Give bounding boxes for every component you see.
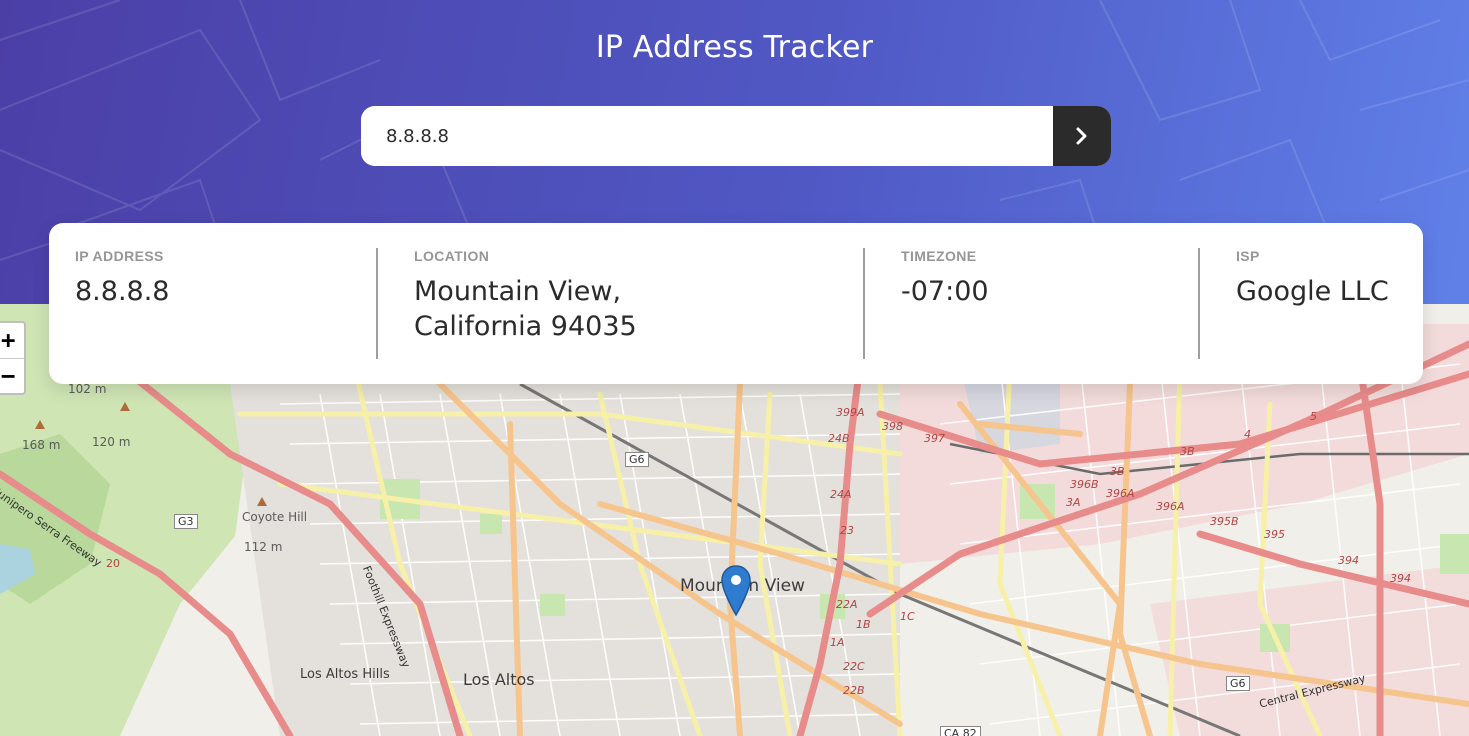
map-label-los-altos: Los Altos	[463, 670, 535, 689]
map-label-los-altos-hills: Los Altos Hills	[300, 667, 390, 682]
exit-label-22a: 22A	[836, 598, 858, 611]
location-line-1: Mountain View,	[414, 276, 622, 307]
exit-label-395b: 395B	[1210, 515, 1239, 528]
exit-label-396a: 396A	[1106, 487, 1135, 500]
exit-label-394: 394	[1338, 554, 1359, 567]
chevron-right-icon	[1076, 127, 1087, 145]
timezone-label: TIMEZONE	[901, 248, 977, 264]
exit-label-22c: 22C	[843, 660, 865, 673]
page-title: IP Address Tracker	[595, 30, 874, 65]
peak-icon	[257, 497, 267, 506]
zoom-in-button[interactable]: +	[0, 323, 24, 358]
peak-icon	[120, 402, 130, 411]
search-submit-button[interactable]	[1053, 106, 1111, 166]
map-label-elevation-112: 112 m	[244, 540, 283, 554]
road-shield-g3: G3	[174, 514, 198, 529]
exit-label-23: 23	[840, 524, 854, 537]
location-label: LOCATION	[414, 248, 490, 264]
exit-label-1b: 1B	[856, 618, 871, 631]
exit-label-24a: 24A	[830, 488, 852, 501]
exit-label-3b: 3B	[1110, 465, 1125, 478]
map-label-coyote-hill: Coyote Hill	[242, 510, 308, 524]
isp-label: ISP	[1236, 248, 1260, 264]
exit-label-397: 397	[924, 432, 945, 445]
location-pin-icon[interactable]	[721, 565, 751, 617]
divider	[863, 248, 865, 359]
road-shield-ca82: CA 82	[940, 726, 981, 736]
map-label-elevation-102: 102 m	[68, 382, 107, 396]
ip-address-value: 8.8.8.8	[75, 276, 170, 307]
exit-label-5: 5	[1310, 410, 1317, 423]
exit-label-396a-2: 396A	[1156, 500, 1185, 513]
exit-label-3a: 3A	[1066, 496, 1081, 509]
road-shield-g6-east: G6	[1226, 676, 1250, 691]
location-line-2: California 94035	[414, 311, 637, 342]
map-zoom-control: + −	[0, 321, 26, 395]
location-section: LOCATION Mountain View, California 94035	[414, 248, 637, 344]
map-label-elevation-120: 120 m	[92, 435, 131, 449]
exit-label-22b: 22B	[843, 684, 865, 697]
exit-label-1a: 1A	[830, 636, 845, 649]
divider	[1198, 248, 1200, 359]
ip-address-label: IP ADDRESS	[75, 248, 164, 264]
road-label-20: 20	[106, 557, 120, 570]
exit-label-395: 395	[1264, 528, 1285, 541]
exit-label-398: 398	[882, 420, 903, 433]
exit-label-4: 4	[1244, 428, 1251, 441]
ip-info-card: IP ADDRESS 8.8.8.8 LOCATION Mountain Vie…	[49, 223, 1423, 384]
timezone-value: -07:00	[901, 276, 989, 307]
isp-section: ISP Google LLC	[1236, 248, 1389, 309]
exit-label-3b-2: 3B	[1180, 445, 1195, 458]
exit-label-24b: 24B	[828, 432, 850, 445]
ip-address-section: IP ADDRESS 8.8.8.8	[75, 248, 169, 309]
exit-label-1c: 1C	[900, 610, 915, 623]
search-bar	[361, 106, 1111, 166]
isp-value: Google LLC	[1236, 276, 1389, 307]
road-shield-g6: G6	[625, 452, 649, 467]
peak-icon	[35, 420, 45, 429]
timezone-section: TIMEZONE -07:00	[901, 248, 989, 309]
exit-label-396b: 396B	[1070, 478, 1099, 491]
ip-search-input[interactable]	[361, 106, 1053, 166]
map-label-elevation-168: 168 m	[22, 438, 61, 452]
location-value: Mountain View, California 94035	[414, 274, 637, 344]
exit-label-399a: 399A	[836, 406, 865, 419]
zoom-out-button[interactable]: −	[0, 357, 24, 394]
exit-label-394-2: 394	[1390, 572, 1411, 585]
divider	[376, 248, 378, 359]
